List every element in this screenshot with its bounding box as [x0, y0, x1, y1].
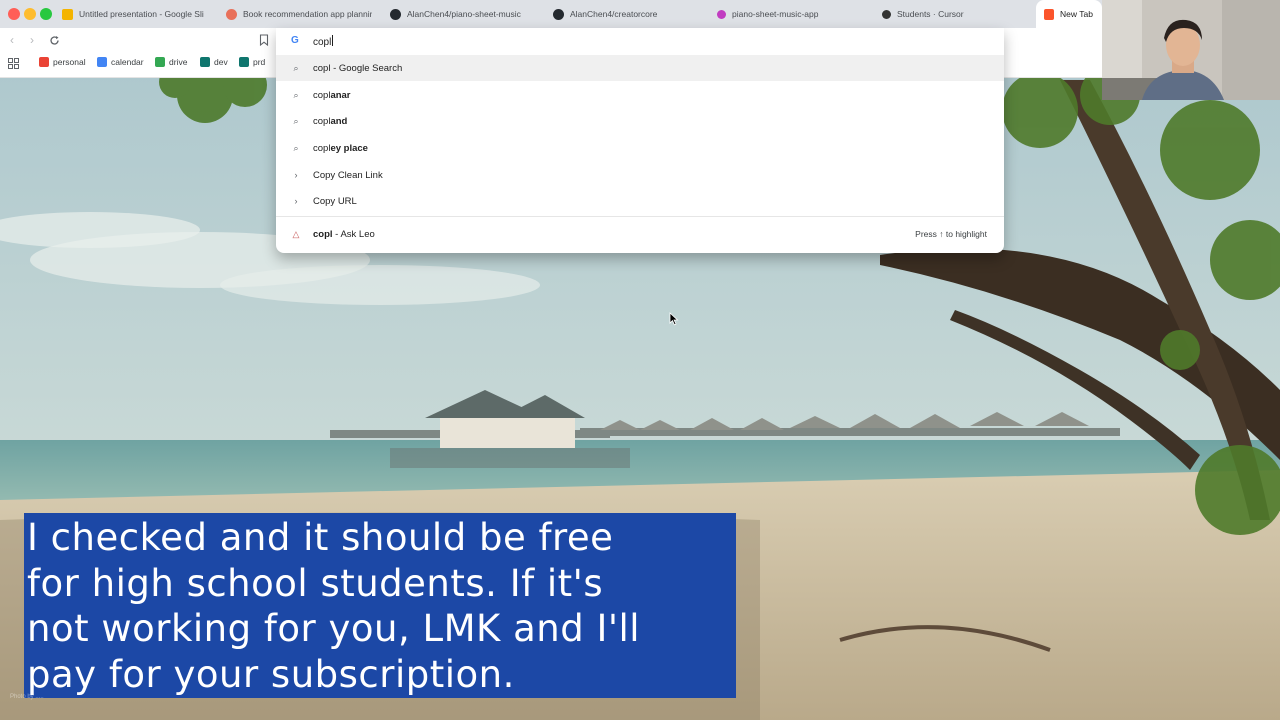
suggestion-rest: - Google Search: [330, 62, 403, 74]
github-icon: [390, 8, 401, 20]
suggestion-copy-clean-link[interactable]: › Copy Clean Link: [276, 162, 1004, 188]
tab-students-cursor[interactable]: Students · Cursor: [882, 0, 1022, 28]
suggestion-copy-url[interactable]: › Copy URL: [276, 188, 1004, 214]
tab-book-recommendation[interactable]: Book recommendation app plannin: [226, 0, 372, 28]
suggestion-typed: copl: [313, 89, 331, 101]
reload-icon[interactable]: [49, 35, 60, 46]
sparkle-icon: [717, 9, 726, 19]
brave-icon: [1044, 8, 1054, 20]
tab-piano-sheet-music-repo[interactable]: AlanChen4/piano-sheet-music: [390, 0, 540, 28]
suggestion-divider: [276, 216, 1004, 217]
omnibox-dropdown: G copl ⌕ copl - Google Search ⌕ coplanar…: [276, 28, 1004, 253]
bookmark-icon[interactable]: [259, 34, 269, 46]
search-icon: ⌕: [293, 142, 299, 153]
highlight-hint: Press ↑ to highlight: [915, 229, 987, 239]
address-input[interactable]: copl: [313, 35, 334, 48]
drive-icon: [155, 57, 165, 67]
gmail-icon: [39, 57, 49, 67]
chevron-right-icon: ›: [294, 196, 298, 206]
webcam-overlay: [1102, 0, 1280, 100]
suggestion-rest: ey place: [330, 142, 368, 154]
video-caption: I checked and it should be free for high…: [24, 513, 736, 698]
bookmark-prd[interactable]: prd: [239, 57, 265, 67]
cursor-icon: [882, 9, 891, 19]
chevron-right-icon: ›: [294, 170, 298, 180]
caption-line: pay for your subscription.: [27, 652, 515, 696]
caption-line: not working for you, LMK and I'll: [27, 607, 641, 650]
maximize-window-button[interactable]: [40, 8, 52, 20]
github-icon: [553, 8, 564, 20]
bookmark-calendar[interactable]: calendar: [97, 57, 144, 67]
suggestion-typed: copl: [313, 228, 333, 240]
suggestion-coplanar[interactable]: ⌕ coplanar: [276, 82, 1004, 108]
suggestion-ask-leo[interactable]: △ copl - Ask Leo Press ↑ to highlight: [276, 221, 1004, 247]
bookmark-drive[interactable]: drive: [155, 57, 187, 67]
suggestion-copley-place[interactable]: ⌕ copley place: [276, 135, 1004, 161]
caption-line: I checked and it should be free: [27, 516, 614, 559]
text-caret: [332, 35, 334, 46]
suggestion-typed: copl: [313, 115, 331, 127]
mouse-pointer-icon: [669, 312, 679, 326]
apps-grid-icon[interactable]: [8, 58, 19, 69]
google-slides-icon: [62, 8, 73, 20]
tab-strip: Untitled presentation - Google Sli Book …: [0, 0, 1102, 28]
minimize-window-button[interactable]: [24, 8, 36, 20]
suggestion-label: Copy Clean Link: [313, 169, 383, 181]
suggestion-rest: - Ask Leo: [332, 228, 375, 240]
suggestion-typed: copl: [313, 62, 331, 74]
search-icon: ⌕: [293, 62, 299, 73]
dev-icon: [200, 57, 210, 67]
tab-untitled-presentation[interactable]: Untitled presentation - Google Sli: [62, 0, 210, 28]
suggestion-label: Copy URL: [313, 195, 357, 207]
photo-credit: Photo by .....: [10, 694, 44, 700]
prd-icon: [239, 57, 249, 67]
leo-icon: △: [292, 228, 300, 239]
calendar-icon: [97, 57, 107, 67]
search-icon: ⌕: [293, 89, 299, 100]
bookmark-personal[interactable]: personal: [39, 57, 86, 67]
bookmark-dev[interactable]: dev: [200, 57, 228, 67]
suggestion-google-search[interactable]: ⌕ copl - Google Search: [276, 55, 1004, 81]
google-icon: G: [291, 35, 299, 46]
suggestion-typed: copl: [313, 142, 331, 154]
app-icon: [226, 8, 237, 20]
close-window-button[interactable]: [8, 8, 20, 20]
tab-new-tab[interactable]: New Tab: [1036, 0, 1102, 28]
tab-piano-sheet-music-app[interactable]: piano-sheet-music-app: [717, 0, 857, 28]
back-button[interactable]: ‹: [10, 33, 14, 47]
suggestion-rest: and: [330, 115, 348, 127]
search-icon: ⌕: [293, 115, 299, 126]
caption-line: for high school students. If it's: [27, 561, 604, 605]
address-bar[interactable]: G copl: [276, 28, 1004, 53]
suggestion-copland[interactable]: ⌕ copland: [276, 108, 1004, 134]
tab-creatorcore-repo[interactable]: AlanChen4/creatorcore: [553, 0, 693, 28]
forward-button[interactable]: ›: [30, 33, 34, 47]
suggestion-rest: anar: [330, 89, 351, 101]
